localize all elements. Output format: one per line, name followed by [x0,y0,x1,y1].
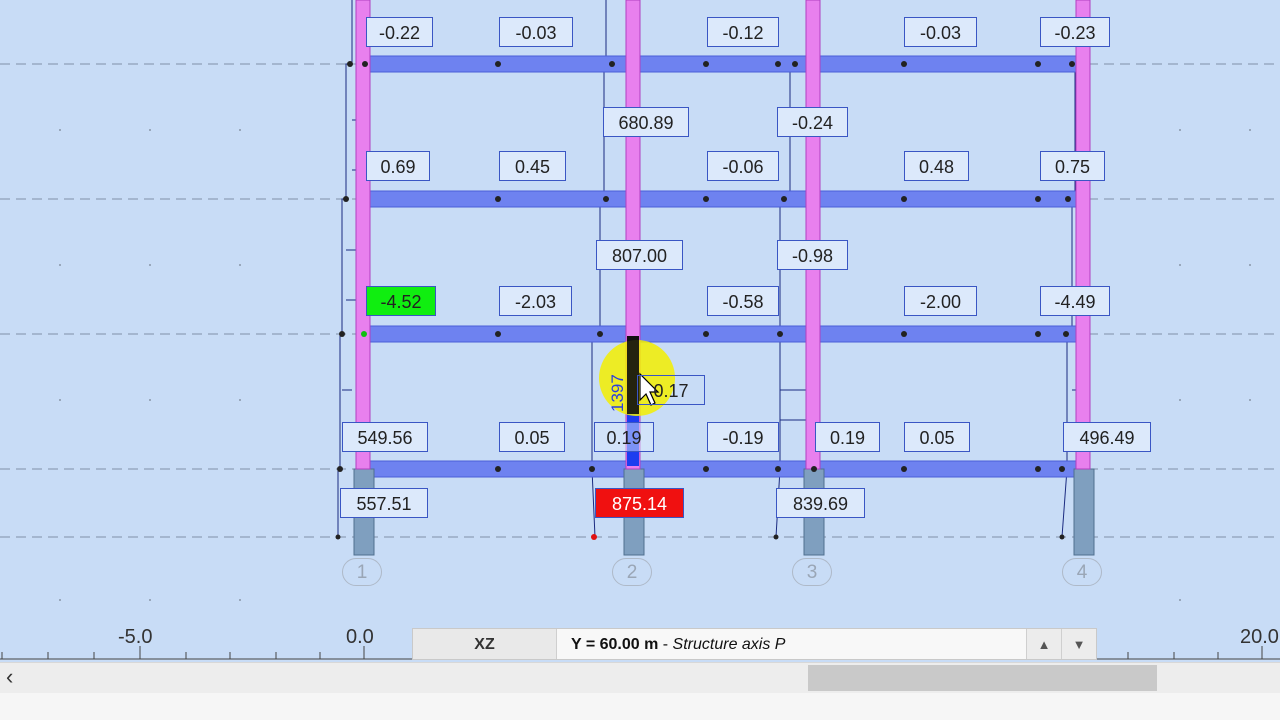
value-label: 0.19 [815,422,880,452]
footing-4 [1073,468,1095,556]
beam-level-4 [361,55,1085,73]
beam-level-2 [361,325,1085,343]
value-label: 680.89 [603,107,689,137]
value-label: -0.24 [777,107,848,137]
view-position-separator: - [658,636,673,653]
value-label: -4.49 [1040,286,1110,316]
value-label: -0.22 [366,17,433,47]
scrollbar-thumb[interactable] [808,665,1157,691]
value-label: 0.45 [499,151,566,181]
column-axis-4 [1075,0,1091,470]
beam-level-3 [361,190,1085,208]
max-value-label: -4.52 [366,286,436,316]
value-label: 0.75 [1040,151,1105,181]
value-label: -0.03 [499,17,573,47]
value-label: -0.98 [777,240,848,270]
value-label: -0.23 [1040,17,1110,47]
view-position-field[interactable]: Y = 60.00 m - Structure axis P [557,629,1026,659]
bottom-strip [0,693,1280,720]
moment-diagram-lines [337,0,1080,538]
value-label: 0.17 [637,375,705,405]
beams [361,55,1085,478]
value-label: 839.69 [776,488,865,518]
value-label: -2.03 [499,286,572,316]
horizontal-scrollbar[interactable]: ‹ [0,662,1280,693]
ruler-tick-label: 0.0 [346,626,374,648]
value-label: 0.05 [904,422,970,452]
value-label: -0.03 [904,17,977,47]
column-axis-1 [355,0,371,470]
view-selector-bar: XZ Y = 60.00 m - Structure axis P ▲ ▼ [412,628,1097,660]
value-label: 0.19 [594,422,654,452]
footings [353,468,1095,556]
value-label: -0.58 [707,286,779,316]
max-node-marker [361,331,367,337]
axis-bubble-1: 1 [342,558,382,586]
scroll-left-icon[interactable]: ‹ [6,664,13,690]
value-label: 0.69 [366,151,430,181]
beam-level-1 [361,460,1085,478]
min-node-marker [591,534,597,540]
next-position-down-icon[interactable]: ▼ [1061,629,1096,659]
value-label: -2.00 [904,286,977,316]
previous-position-up-icon[interactable]: ▲ [1026,629,1061,659]
value-label: 549.56 [342,422,428,452]
column-axis-3 [805,0,821,470]
view-plane-button[interactable]: XZ [413,629,557,659]
ruler-tick-label: 20.0 [1240,626,1279,648]
value-label: -0.12 [707,17,779,47]
axis-bubble-4: 4 [1062,558,1102,586]
value-label: -0.06 [707,151,779,181]
min-value-label: 875.14 [595,488,684,518]
value-label: -0.19 [707,422,779,452]
value-label: 0.05 [499,422,565,452]
structure-view-canvas[interactable]: 1397 -0.22 -0.03 -0.12 -0.03 -0.23 680.8… [0,0,1280,628]
view-position-value: Y = 60.00 m [571,636,659,653]
value-label: 0.48 [904,151,969,181]
value-label: 557.51 [340,488,428,518]
vertical-value-label: 1397 [608,374,627,412]
ruler-tick-label: -5.0 [118,626,153,648]
axis-bubble-2: 2 [612,558,652,586]
axis-bubble-3: 3 [792,558,832,586]
value-label: 807.00 [596,240,683,270]
view-position-description: Structure axis P [672,636,786,653]
value-label: 496.49 [1063,422,1151,452]
